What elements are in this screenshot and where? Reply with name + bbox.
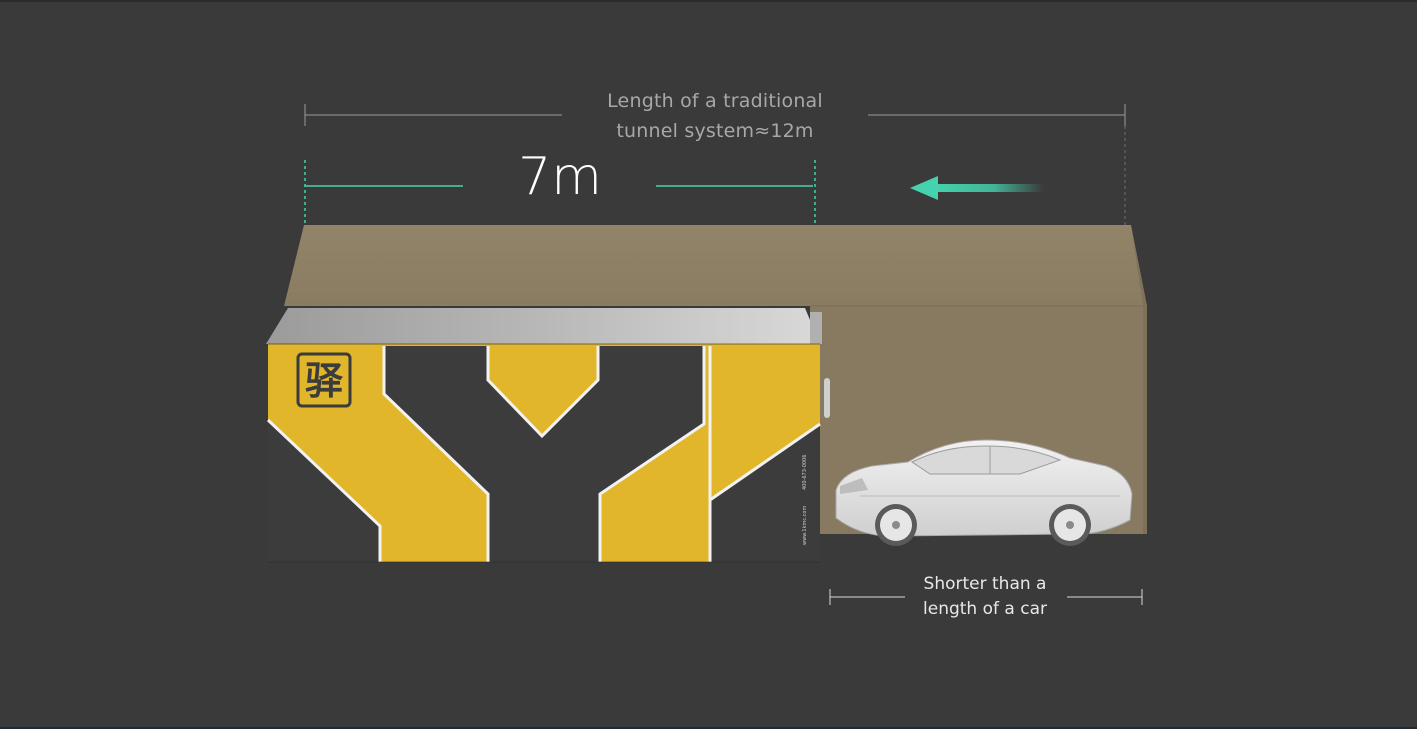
- car-compare-label: Shorter than a length of a car: [905, 572, 1065, 622]
- traditional-length-line1: Length of a traditional: [607, 90, 823, 112]
- left-arrow-icon: [910, 176, 1044, 200]
- phone-text: 400-673-0006: [802, 455, 808, 490]
- compact-parking-unit: 驿 www.1kmc.com 400-673-0006: [266, 308, 830, 563]
- car-compare-line2: length of a car: [923, 599, 1047, 619]
- logo-glyph: 驿: [305, 359, 344, 403]
- website-text: www.1kmc.com: [802, 506, 808, 545]
- traditional-length-label: Length of a traditional tunnel system≈12…: [560, 86, 870, 146]
- car-compare-line1: Shorter than a: [923, 574, 1047, 594]
- compact-length-label: 7m: [518, 147, 602, 207]
- traditional-length-line2: tunnel system≈12m: [616, 120, 814, 142]
